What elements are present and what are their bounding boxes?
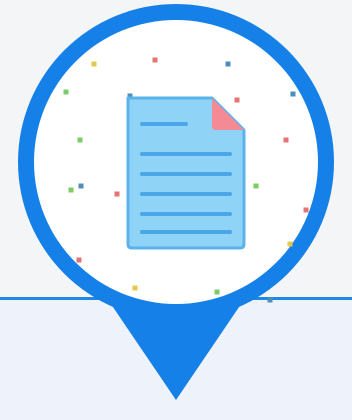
- document-line: [140, 172, 232, 176]
- confetti-dot: [68, 187, 74, 193]
- confetti-dot: [283, 137, 289, 143]
- confetti-dot: [63, 89, 69, 95]
- confetti-dot: [78, 183, 84, 189]
- confetti-dot: [214, 289, 220, 295]
- confetti-dot: [290, 91, 296, 97]
- confetti-dot: [225, 61, 231, 67]
- confetti-dot: [132, 285, 138, 291]
- confetti-dot: [152, 57, 158, 63]
- confetti-dot: [267, 297, 273, 303]
- confetti-dot: [234, 97, 240, 103]
- document-line: [140, 212, 232, 216]
- confetti-dot: [77, 137, 83, 143]
- document-icon: [126, 96, 246, 250]
- map-pin-icon: [18, 4, 334, 400]
- confetti-dot: [253, 183, 259, 189]
- confetti-dot: [76, 257, 82, 263]
- confetti-dot: [114, 191, 120, 197]
- document-line: [140, 152, 232, 156]
- document-line: [140, 122, 188, 126]
- confetti-dot: [303, 207, 309, 213]
- confetti-dot: [287, 241, 293, 247]
- document-line: [140, 230, 232, 234]
- document-line: [140, 192, 232, 196]
- confetti-dot: [91, 61, 97, 67]
